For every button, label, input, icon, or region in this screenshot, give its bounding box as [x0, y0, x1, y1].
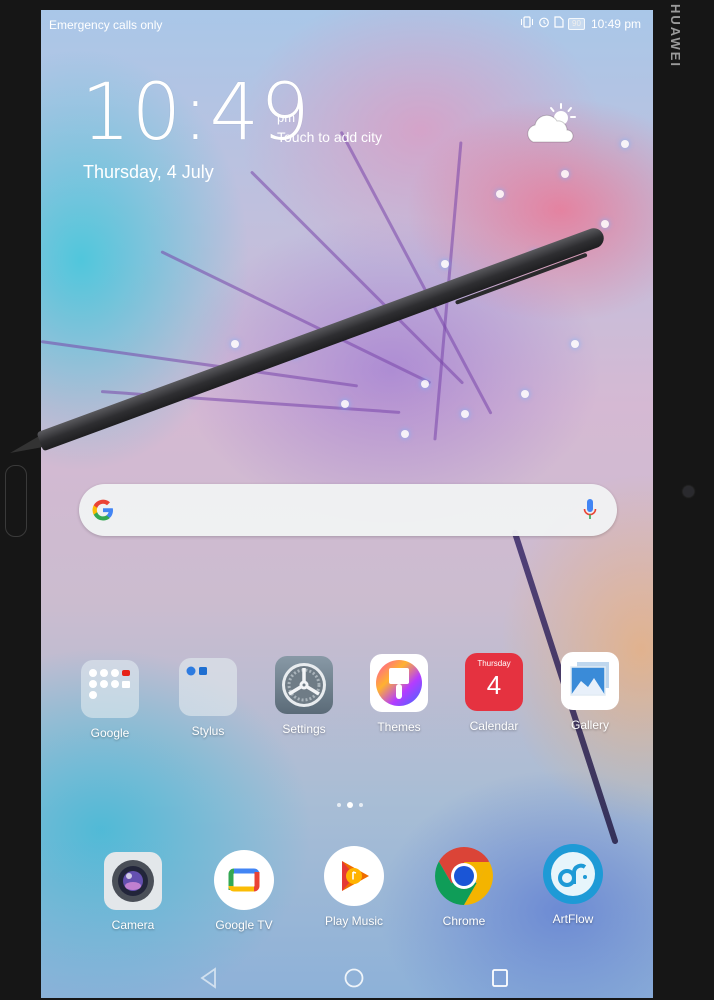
app-camera[interactable]: Camera: [88, 852, 178, 932]
folder-icon: [81, 660, 139, 718]
status-time: 10:49 pm: [590, 17, 641, 31]
recents-square-icon[interactable]: [488, 966, 512, 990]
app-label: Google TV: [215, 918, 273, 932]
app-artflow[interactable]: ArtFlow: [528, 844, 618, 926]
clock-date: Thursday, 4 July: [83, 162, 214, 182]
status-bar: Emergency calls only 90 10:49 pm: [41, 10, 653, 38]
page-dot[interactable]: [337, 803, 341, 807]
app-gallery[interactable]: Gallery: [545, 652, 635, 732]
page-indicator[interactable]: [337, 802, 363, 808]
app-google-folder[interactable]: Google: [65, 660, 155, 740]
google-search-bar[interactable]: [79, 484, 617, 536]
vibrate-icon: [520, 16, 534, 32]
home-circle-icon[interactable]: [342, 966, 366, 990]
calendar-day: 4: [486, 670, 502, 700]
home-screen: Emergency calls only 90 10:49 pm 10:49 p…: [41, 10, 653, 998]
back-triangle-icon[interactable]: [197, 966, 221, 990]
clock-ampm: pm: [277, 110, 296, 125]
app-label: Gallery: [570, 718, 609, 732]
battery-indicator: 90: [568, 18, 585, 30]
mic-icon[interactable]: [583, 498, 597, 522]
add-city-link[interactable]: Touch to add city: [277, 129, 382, 145]
app-label: Themes: [377, 720, 421, 734]
app-google-tv[interactable]: Google TV: [199, 850, 289, 932]
camera-lens-icon: [104, 852, 162, 910]
calendar-icon: Thursday 4: [465, 653, 523, 711]
partly-cloudy-icon[interactable]: [525, 102, 581, 146]
app-label: Stylus: [191, 724, 225, 738]
folder-icon: [179, 658, 237, 716]
device-brand: HUAWEI: [668, 4, 683, 68]
artflow-palette-icon: [543, 844, 603, 904]
play-music-icon: [324, 846, 384, 906]
alarm-icon: [538, 16, 550, 32]
google-tv-icon: [214, 850, 274, 910]
app-settings[interactable]: Settings: [259, 656, 349, 736]
app-label: Calendar: [469, 719, 519, 733]
themes-brush-icon: [370, 654, 428, 712]
app-calendar[interactable]: Thursday 4 Calendar: [449, 653, 539, 733]
app-play-music[interactable]: Play Music: [309, 846, 399, 928]
gallery-photo-icon: [561, 652, 619, 710]
app-themes[interactable]: Themes: [354, 654, 444, 734]
page-dot-active[interactable]: [347, 802, 353, 808]
app-label: Google: [90, 726, 130, 740]
carrier-text: Emergency calls only: [49, 18, 163, 32]
app-label: ArtFlow: [552, 912, 594, 926]
app-label: Play Music: [324, 914, 383, 928]
sim-icon: [554, 16, 564, 32]
physical-home-button[interactable]: [5, 465, 27, 537]
navigation-bar: [41, 960, 653, 998]
chrome-icon: [434, 846, 494, 906]
google-g-icon: [92, 499, 113, 521]
settings-gear-icon: [275, 656, 333, 714]
app-chrome[interactable]: Chrome: [419, 846, 509, 928]
front-camera: [683, 486, 694, 497]
calendar-weekday: Thursday: [477, 659, 511, 668]
app-label: Settings: [282, 722, 326, 736]
app-label: Chrome: [442, 914, 486, 928]
app-label: Camera: [111, 918, 155, 932]
page-dot[interactable]: [359, 803, 363, 807]
app-stylus-folder[interactable]: Stylus: [163, 658, 253, 738]
